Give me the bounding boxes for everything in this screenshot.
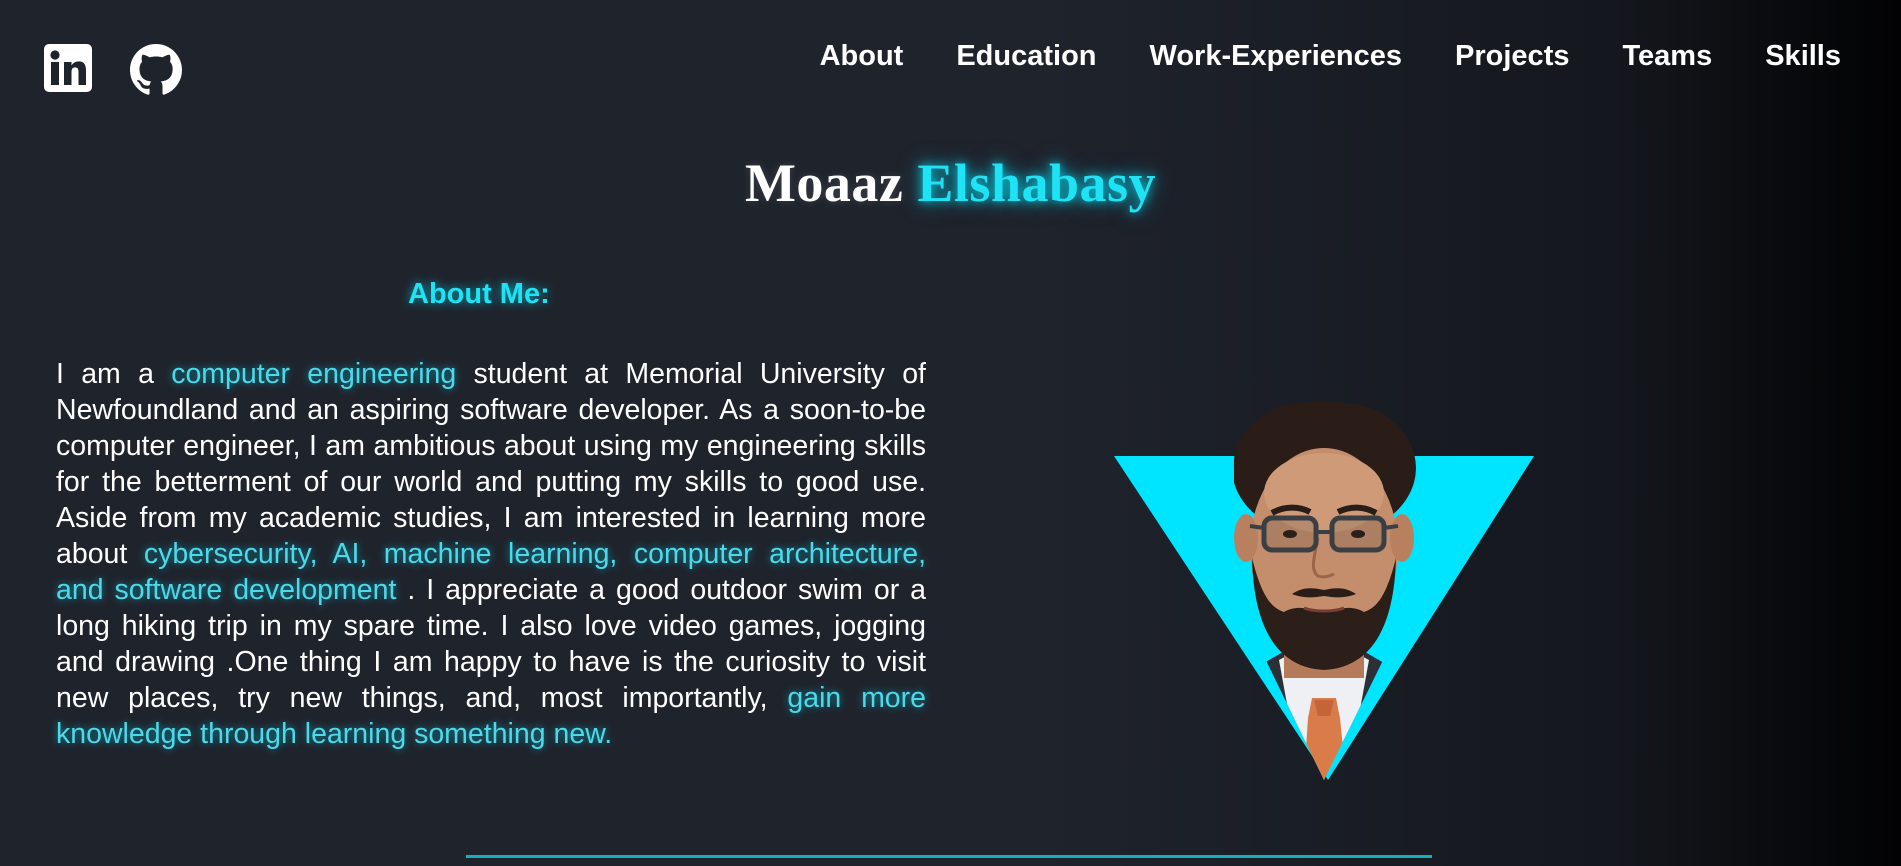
hero-last-name: Elshabasy [917, 153, 1157, 213]
hero-name: Moaaz Elshabasy [0, 152, 1901, 214]
main-nav: About Education Work-Experiences Project… [767, 40, 1841, 73]
profile-portrait [1114, 398, 1534, 783]
profile-photo [1114, 402, 1534, 780]
github-icon [130, 44, 182, 95]
header: About Education Work-Experiences Project… [0, 0, 1901, 120]
hero-first-name: Moaaz [744, 153, 904, 213]
linkedin-link[interactable] [44, 44, 92, 92]
social-links [44, 44, 182, 95]
nav-projects[interactable]: Projects [1455, 40, 1569, 73]
nav-teams[interactable]: Teams [1622, 40, 1712, 73]
nav-work-experiences[interactable]: Work-Experiences [1150, 40, 1403, 73]
about-highlight: computer engineering [171, 358, 457, 390]
about-paragraph: I am a computer engineering student at M… [56, 356, 926, 752]
nav-skills[interactable]: Skills [1765, 40, 1841, 73]
linkedin-icon [44, 44, 92, 92]
nav-education[interactable]: Education [956, 40, 1096, 73]
about-title: About Me: [408, 278, 550, 310]
section-divider [466, 855, 1432, 858]
about-text-part: I am a [56, 358, 172, 390]
github-link[interactable] [130, 44, 182, 95]
nav-about[interactable]: About [820, 40, 904, 73]
